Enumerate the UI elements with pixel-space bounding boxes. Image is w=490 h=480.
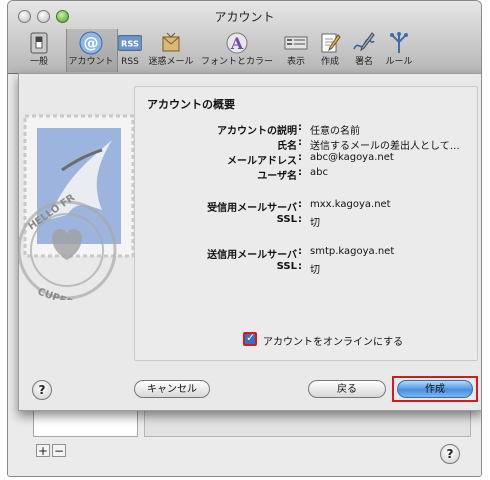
field-label: SSL [276, 261, 297, 272]
toolbar-item-signatures[interactable]: 署名 [351, 31, 377, 71]
field-row-full-name: 氏名: 送信するメールの差出人として… [135, 137, 477, 152]
field-value: 任意の名前 [310, 126, 360, 137]
compose-icon [318, 31, 342, 55]
field-row-incoming-ssl: SSL: 切 [135, 214, 477, 229]
svg-text:A: A [230, 34, 244, 53]
field-row-outgoing-ssl: SSL: 切 [135, 261, 477, 276]
field-label: 氏名 [277, 141, 297, 152]
rules-icon [387, 31, 411, 55]
field-value: mxx.kagoya.net [310, 199, 391, 210]
account-summary-panel: アカウントの概要 アカウントの説明: 任意の名前 氏名: 送信するメールの差出人… [134, 86, 478, 361]
toolbar-item-rss[interactable]: RSS RSS [116, 31, 144, 71]
field-value: abc@kagoya.net [310, 152, 394, 163]
field-label: 送信用メールサーバ [207, 250, 297, 261]
field-value: abc [310, 167, 328, 178]
field-label: ユーザ名 [257, 171, 297, 182]
cancel-button[interactable]: キャンセル [134, 380, 210, 398]
add-account-button[interactable]: + [36, 444, 50, 457]
field-label: 受信用メールサーバ [207, 203, 297, 214]
help-icon[interactable]: ? [440, 444, 460, 464]
signature-icon [352, 31, 376, 55]
field-value: smtp.kagoya.net [310, 246, 395, 257]
field-row-email: メールアドレス: abc@kagoya.net [135, 152, 477, 167]
field-row-description: アカウントの説明: 任意の名前 [135, 122, 477, 137]
mail-stamp-icon: HELLO FR CUPERTINO [19, 114, 135, 300]
preferences-window: アカウント 一般 @ アカウント RSS RSS 迷惑メール A フォントとカラ… [7, 0, 482, 477]
display-icon [284, 31, 308, 55]
create-button[interactable]: 作成 [397, 380, 473, 398]
window-title: アカウント [214, 10, 275, 24]
toolbar-item-fonts-colors[interactable]: A フォントとカラー [200, 31, 274, 71]
field-label: アカウントの説明 [217, 126, 297, 137]
sheet-help-icon[interactable]: ? [32, 380, 52, 400]
field-row-incoming-server: 受信用メールサーバ: mxx.kagoya.net [135, 199, 477, 214]
field-value: 送信するメールの差出人として… [310, 141, 460, 152]
toolbar-item-general[interactable]: 一般 [24, 31, 54, 71]
online-checkbox[interactable] [243, 331, 257, 346]
switch-icon [27, 31, 51, 55]
toolbar-item-compose[interactable]: 作成 [317, 31, 343, 71]
online-checkbox-label: アカウントをオンラインにする [263, 337, 404, 348]
toolbar-item-junk-mail[interactable]: 迷惑メール [147, 31, 195, 71]
field-row-username: ユーザ名: abc [135, 167, 477, 182]
field-label: SSL [276, 214, 297, 225]
junk-mail-icon [159, 31, 183, 55]
field-value: 切 [310, 218, 320, 229]
field-row-outgoing-server: 送信用メールサーバ: smtp.kagoya.net [135, 246, 477, 261]
remove-account-button[interactable]: − [52, 444, 66, 457]
at-icon: @ [79, 31, 103, 55]
svg-text:RSS: RSS [121, 39, 139, 49]
titlebar: アカウント 一般 @ アカウント RSS RSS 迷惑メール A フォントとカラ… [8, 1, 481, 74]
back-button[interactable]: 戻る [308, 380, 386, 398]
font-color-icon: A [225, 31, 249, 55]
field-value: 切 [310, 265, 320, 276]
toolbar-item-accounts[interactable]: @ アカウント [66, 31, 116, 71]
new-account-sheet: HELLO FR CUPERTINO アカウントの概要 アカウントの説明: 任意… [18, 73, 481, 411]
field-label: メールアドレス [227, 156, 297, 167]
panel-title: アカウントの概要 [147, 98, 235, 111]
rss-icon: RSS [118, 31, 142, 55]
svg-text:@: @ [84, 34, 99, 52]
toolbar-item-rules[interactable]: ルール [384, 31, 414, 71]
toolbar-item-display[interactable]: 表示 [283, 31, 309, 71]
